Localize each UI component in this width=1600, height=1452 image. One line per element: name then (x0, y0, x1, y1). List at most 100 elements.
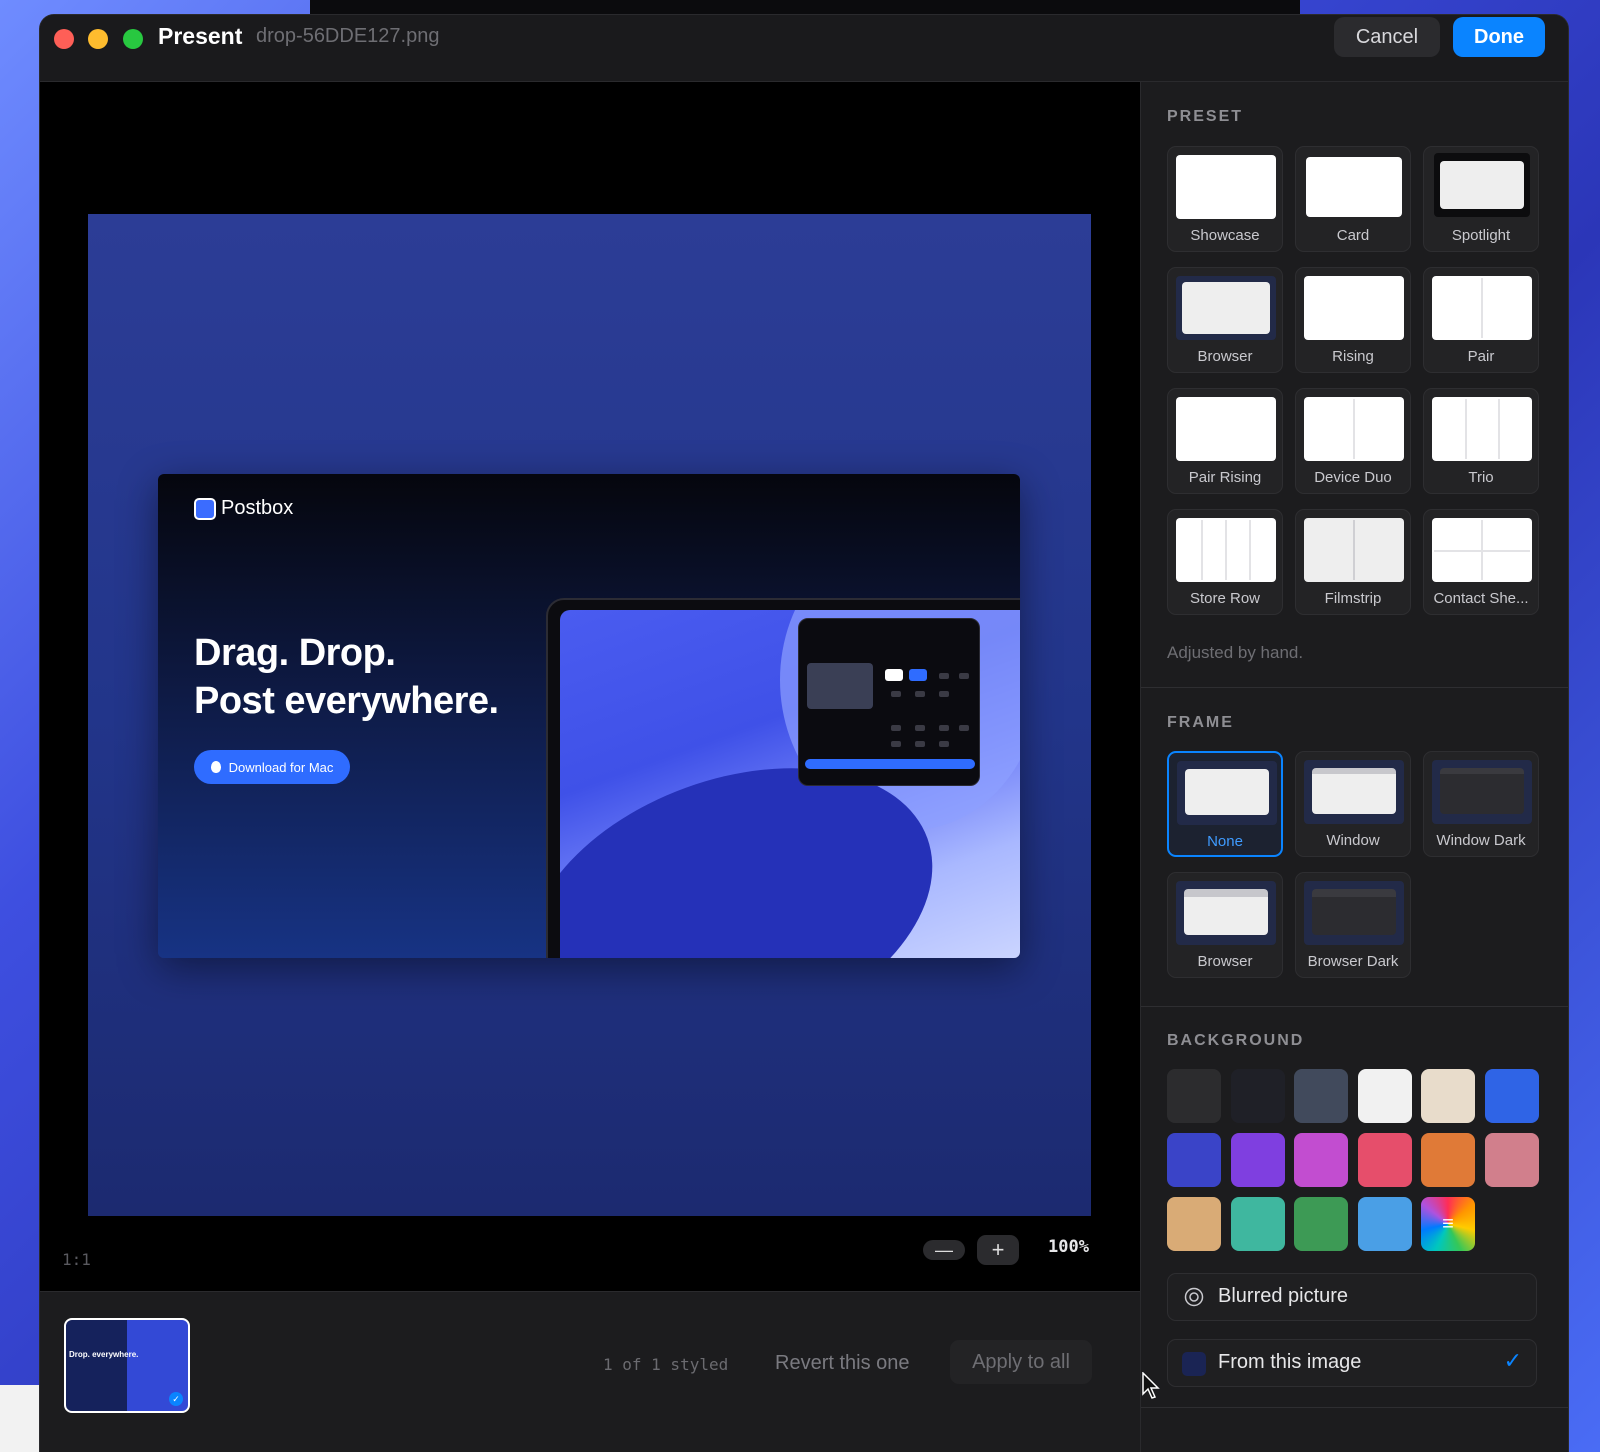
preset-label: Pair (1467, 348, 1495, 365)
preset-divider (1498, 399, 1500, 459)
preset-preview-inner (1182, 282, 1270, 334)
background-swatch[interactable] (1421, 1133, 1475, 1187)
style-sidebar: PRESET Showcase Card Spotlight Browser R… (1140, 82, 1568, 1452)
blurred-picture-label: Blurred picture (1218, 1285, 1349, 1307)
zoom-window-button[interactable] (123, 29, 143, 49)
preset-label: Trio (1468, 469, 1494, 486)
preset-label: Showcase (1190, 227, 1260, 244)
styled-count: 1 of 1 styled (603, 1355, 729, 1374)
preset-browser[interactable]: Browser (1167, 267, 1283, 373)
preset-filmstrip[interactable]: Filmstrip (1295, 509, 1411, 615)
background-swatch[interactable] (1294, 1197, 1348, 1251)
background-swatch[interactable] (1421, 1069, 1475, 1123)
screenshot-card: Postbox Drag. Drop. Post everywhere. Dow… (158, 474, 1020, 958)
mockup-dot (915, 725, 925, 731)
mockup-dot (891, 725, 901, 731)
minimize-window-button[interactable] (88, 29, 108, 49)
hero-headline: Drag. Drop. Post everywhere. (194, 629, 499, 725)
background-swatch[interactable]: ≡ (1421, 1197, 1475, 1251)
preset-pair-rising[interactable]: Pair Rising (1167, 388, 1283, 494)
preset-preview (1176, 155, 1276, 219)
background-swatch[interactable] (1230, 1069, 1285, 1123)
apply-to-all-button[interactable]: Apply to all (950, 1340, 1092, 1384)
done-button[interactable]: Done (1453, 17, 1545, 57)
preset-preview (1306, 157, 1402, 217)
title-bar: Present drop-56DDE127.png Cancel Done (40, 15, 1568, 82)
preset-device-duo[interactable]: Device Duo (1295, 388, 1411, 494)
background-swatch[interactable] (1167, 1133, 1221, 1187)
preset-divider (1249, 520, 1251, 580)
mockup-chip (885, 669, 903, 681)
preset-preview (1304, 276, 1404, 340)
preset-label: Pair Rising (1188, 469, 1262, 486)
preset-label: Store Row (1189, 590, 1261, 607)
desktop-strip (310, 0, 1300, 14)
frame-label: Browser (1197, 953, 1253, 970)
preset-label: Filmstrip (1324, 590, 1382, 607)
frame-none[interactable]: None (1167, 751, 1283, 857)
zoom-in-button[interactable]: + (977, 1235, 1019, 1265)
headline-line-1: Drag. Drop. (194, 632, 396, 674)
background-section-title: BACKGROUND (1167, 1032, 1305, 1049)
background-swatch[interactable] (1484, 1069, 1539, 1123)
preset-store-row[interactable]: Store Row (1167, 509, 1283, 615)
preset-trio[interactable]: Trio (1423, 388, 1539, 494)
aspect-ratio-label[interactable]: 1:1 (62, 1250, 91, 1269)
apple-icon (210, 761, 221, 773)
blurred-picture-option[interactable]: Blurred picture (1167, 1273, 1537, 1321)
preset-pair[interactable]: Pair (1423, 267, 1539, 373)
mockup-dot (939, 691, 949, 697)
postbox-logo-icon (194, 498, 216, 520)
frame-window-dark[interactable]: Window Dark (1423, 751, 1539, 857)
frame-label: Browser Dark (1307, 953, 1399, 970)
preset-contact-sheet[interactable]: Contact She... (1423, 509, 1539, 615)
preset-label: Browser (1197, 348, 1253, 365)
minus-icon: — (935, 1239, 953, 1260)
mockup-dot (939, 741, 949, 747)
blur-circle-icon (1184, 1287, 1204, 1307)
preset-showcase[interactable]: Showcase (1167, 146, 1283, 252)
preset-rising[interactable]: Rising (1295, 267, 1411, 373)
frame-browser-dark[interactable]: Browser Dark (1295, 872, 1411, 978)
revert-this-one-button[interactable]: Revert this one (775, 1352, 910, 1375)
frame-preview-inner (1312, 768, 1396, 814)
background-swatch[interactable] (1167, 1069, 1221, 1123)
preset-divider (1481, 278, 1483, 338)
background-swatch[interactable] (1484, 1133, 1539, 1187)
background-swatch[interactable] (1167, 1197, 1221, 1251)
preset-section-title: PRESET (1167, 108, 1244, 125)
mockup-chip (909, 669, 927, 681)
background-swatch[interactable] (1357, 1069, 1412, 1123)
background-swatch[interactable] (1230, 1133, 1285, 1187)
zoom-out-button[interactable]: — (923, 1240, 965, 1260)
frame-preview-inner (1440, 768, 1524, 814)
preset-label: Card (1336, 227, 1370, 244)
mockup-dot (891, 741, 901, 747)
background-swatch[interactable] (1357, 1197, 1412, 1251)
preset-divider (1353, 399, 1355, 459)
close-window-button[interactable] (54, 29, 74, 49)
mockup-dot (959, 725, 969, 731)
zoom-level: 100% (1048, 1237, 1089, 1257)
frame-browser[interactable]: Browser (1167, 872, 1283, 978)
mockup-dot (915, 741, 925, 747)
frame-preview-inner (1185, 769, 1269, 815)
custom-color-icon: ≡ (1442, 1212, 1454, 1235)
mockup-dot (891, 691, 901, 697)
download-label: Download for Mac (228, 759, 334, 775)
preset-card[interactable]: Card (1295, 146, 1411, 252)
preset-spotlight[interactable]: Spotlight (1423, 146, 1539, 252)
cancel-button[interactable]: Cancel (1334, 17, 1440, 57)
background-swatch[interactable] (1294, 1069, 1348, 1123)
checkmark-icon: ✓ (169, 1392, 183, 1406)
mouse-cursor-icon (1142, 1372, 1160, 1399)
laptop-mockup (546, 598, 1020, 958)
from-this-image-option[interactable]: From this image ✓ (1167, 1339, 1537, 1387)
file-name: drop-56DDE127.png (256, 25, 440, 47)
frame-window[interactable]: Window (1295, 751, 1411, 857)
background-swatch[interactable] (1294, 1133, 1348, 1187)
background-swatch[interactable] (1230, 1197, 1285, 1251)
image-thumbnail[interactable]: Drop. everywhere. ✓ (64, 1318, 190, 1413)
preset-divider (1465, 399, 1467, 459)
background-swatch[interactable] (1357, 1133, 1412, 1187)
